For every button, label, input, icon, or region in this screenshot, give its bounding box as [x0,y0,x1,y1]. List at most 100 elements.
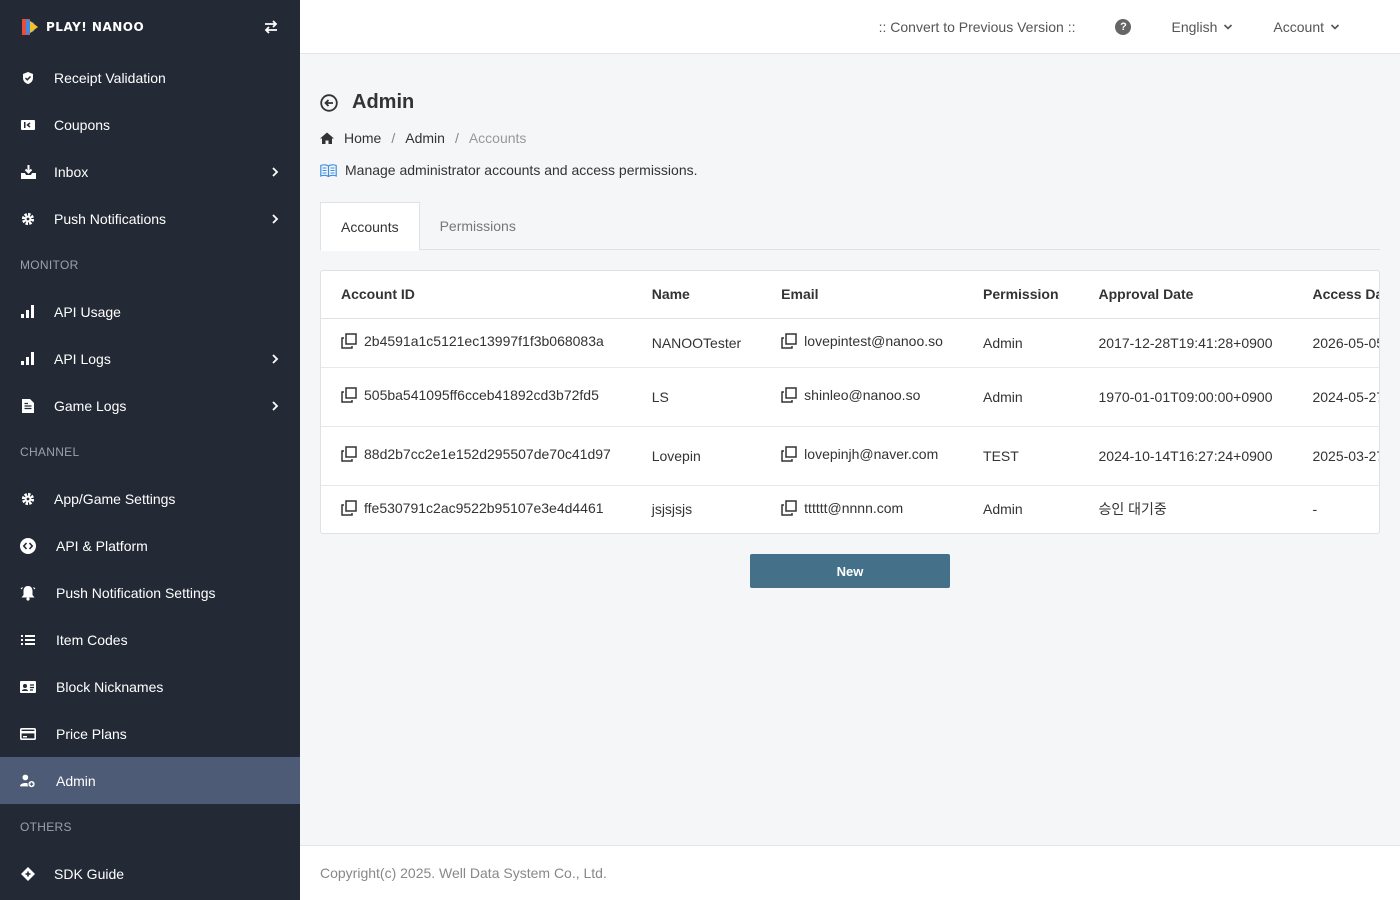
account-id-cell[interactable]: 505ba541095ff6cceb41892cd3b72fd5 [341,387,599,403]
sidebar-item-block-nicknames[interactable]: Block Nicknames [0,663,300,710]
account-id-cell[interactable]: ffe530791c2ac9522b95107e3e4d4461 [341,500,604,516]
breadcrumb-separator: / [454,130,459,146]
approval-date-cell: 2024-10-14T16:27:24+0900 [1078,426,1293,486]
swap-arrows-icon[interactable] [262,18,280,36]
copy-icon[interactable] [781,446,797,462]
col-permission[interactable]: Permission [963,271,1079,319]
sidebar-item-label: App/Game Settings [54,490,176,507]
convert-version-link[interactable]: :: Convert to Previous Version :: [879,19,1076,35]
sidebar-item-coupons[interactable]: Coupons [0,101,300,148]
sidebar-item-label: Block Nicknames [56,678,164,695]
section-others: OTHERS [20,820,72,834]
sidebar-item-api-logs[interactable]: API Logs [0,335,300,382]
logo-text: PLAY! NANOO [46,20,145,34]
access-date-cell: 2026-05-05T [1292,318,1379,368]
account-id-cell[interactable]: 2b4591a1c5121ec13997f1f3b068083a [341,333,604,349]
sidebar-item-label: Price Plans [56,725,127,742]
copy-icon[interactable] [341,446,357,462]
gear-icon [20,211,36,227]
account-dropdown[interactable]: Account [1273,19,1340,35]
table-row[interactable]: 88d2b7cc2e1e152d295507de70c41d97 Lovepin… [321,426,1379,486]
breadcrumb-current: Accounts [468,130,527,146]
gear-icon [20,491,36,507]
table-row[interactable]: ffe530791c2ac9522b95107e3e4d4461 jsjsjsj… [321,485,1379,533]
name-cell: LS [631,367,762,427]
chevron-right-icon [272,166,279,177]
approval-date-cell: 1970-01-01T09:00:00+0900 [1078,367,1293,427]
copy-icon[interactable] [341,333,357,349]
id-card-icon [20,679,36,695]
email-cell[interactable]: tttttt@nnnn.com [781,500,903,516]
chevron-right-icon [272,400,279,411]
list-icon [20,632,36,648]
back-arrow-icon[interactable] [320,93,338,112]
email-cell[interactable]: lovepinjh@naver.com [781,446,938,462]
copy-icon[interactable] [781,500,797,516]
inbox-icon [20,164,36,180]
sidebar-item-label: Admin [56,772,96,789]
copy-icon[interactable] [341,387,357,403]
chevron-right-icon [272,213,279,224]
table-row[interactable]: 2b4591a1c5121ec13997f1f3b068083a NANOOTe… [321,318,1379,368]
col-access-date[interactable]: Access Date [1292,271,1379,319]
sidebar-item-app-game-settings[interactable]: App/Game Settings [0,475,300,522]
copy-icon[interactable] [781,333,797,349]
sidebar-item-receipt-validation[interactable]: Receipt Validation [0,54,300,101]
sidebar-item-price-plans[interactable]: Price Plans [0,710,300,757]
new-account-button[interactable]: New [750,554,950,588]
language-dropdown[interactable]: English [1171,19,1233,35]
tab-permissions[interactable]: Permissions [420,202,536,250]
sidebar-item-label: Coupons [54,116,111,133]
permission-cell: TEST [963,426,1079,486]
col-email[interactable]: Email [761,271,964,319]
sidebar-item-api-usage[interactable]: API Usage [0,288,300,335]
access-date-cell: - [1312,501,1318,518]
copy-icon[interactable] [781,387,797,403]
email-cell[interactable]: lovepintest@nanoo.so [781,333,943,349]
code-icon [20,537,36,554]
sidebar-item-admin[interactable]: Admin [0,757,300,804]
help-icon[interactable]: ? [1115,18,1132,35]
sidebar-item-label: API & Platform [56,537,148,554]
sidebar-item-label: Push Notifications [54,210,167,227]
table-row[interactable]: 505ba541095ff6cceb41892cd3b72fd5 LS shin… [321,367,1379,427]
account-id: ffe530791c2ac9522b95107e3e4d4461 [364,499,604,516]
bar-chart-icon [20,351,36,367]
email-cell[interactable]: shinleo@nanoo.so [781,387,920,403]
credit-card-icon [20,726,36,742]
copy-icon[interactable] [341,500,357,516]
chevron-down-icon [1330,23,1340,30]
tab-bar: Accounts Permissions [320,202,1380,251]
logo-mark-icon [20,18,40,36]
logo[interactable]: PLAY! NANOO [20,18,144,36]
sidebar-item-label: Push Notification Settings [56,584,216,601]
sidebar-item-label: Inbox [54,163,89,180]
bell-icon [20,585,36,601]
sidebar-item-item-codes[interactable]: Item Codes [0,616,300,663]
sidebar-item-api-platform[interactable]: API & Platform [0,522,300,569]
page-description: Manage administrator accounts and access… [320,162,698,178]
col-approval-date[interactable]: Approval Date [1078,271,1293,319]
sidebar-item-sdk-guide[interactable]: SDK Guide [0,850,300,897]
access-date-cell: 2024-05-27T [1292,367,1379,427]
permission-cell: Admin [963,367,1079,427]
sidebar-item-inbox[interactable]: Inbox [0,148,300,195]
sidebar-item-label: API Usage [54,303,121,320]
sidebar-item-game-logs[interactable]: Game Logs [0,382,300,429]
permission-cell: Admin [983,501,1023,518]
sidebar-item-push-notification-settings[interactable]: Push Notification Settings [0,569,300,616]
main-content: Admin Home / Admin / Accounts Manage adm… [300,55,1400,845]
table-header-row: Account ID Name Email Permission Approva… [321,271,1379,319]
breadcrumb-admin[interactable]: Admin [405,130,445,146]
tab-accounts[interactable]: Accounts [320,202,420,251]
section-channel: CHANNEL [20,445,80,459]
col-account-id[interactable]: Account ID [321,271,632,319]
topbar: :: Convert to Previous Version :: ? Engl… [300,0,1400,54]
sidebar-item-label: SDK Guide [54,865,125,882]
sidebar-item-label: Receipt Validation [54,69,166,86]
breadcrumb-home[interactable]: Home [344,130,381,146]
sidebar-item-push-notifications[interactable]: Push Notifications [0,195,300,242]
account-label: Account [1273,18,1324,35]
col-name[interactable]: Name [631,271,762,319]
account-id-cell[interactable]: 88d2b7cc2e1e152d295507de70c41d97 [341,446,611,462]
